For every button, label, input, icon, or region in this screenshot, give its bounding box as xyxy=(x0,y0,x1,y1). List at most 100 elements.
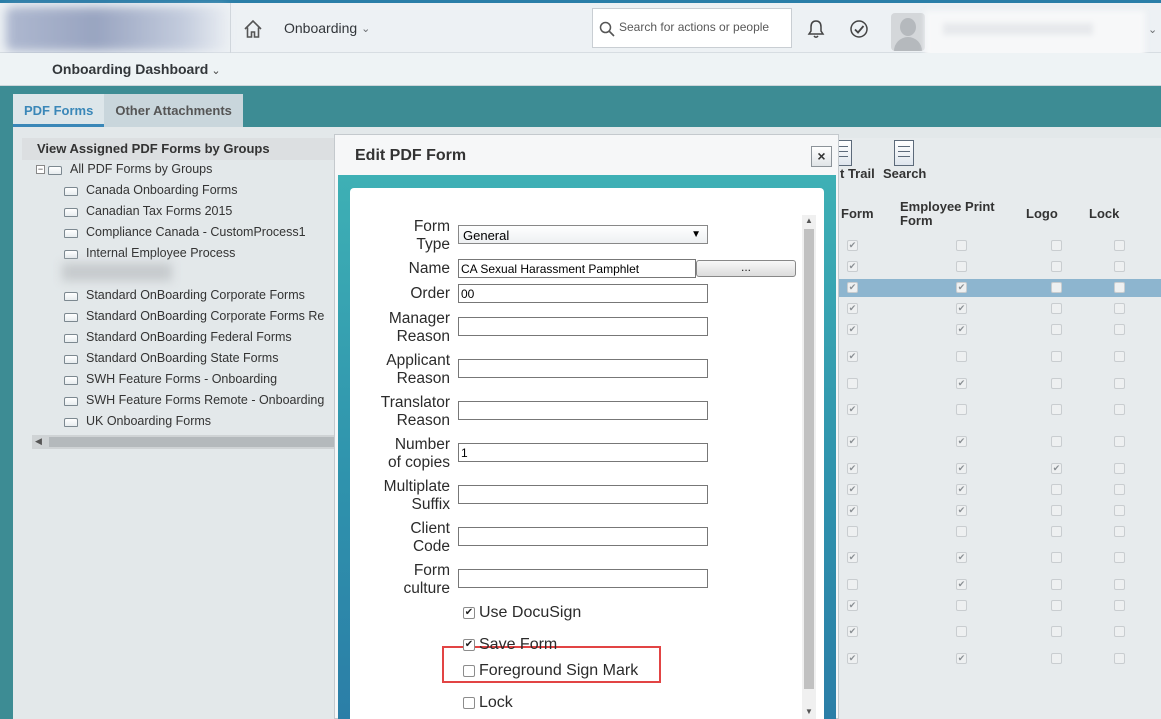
grid-checkbox-lock[interactable] xyxy=(1114,484,1125,495)
grid-checkbox-print[interactable]: ✔ xyxy=(956,552,967,563)
grid-checkbox-logo[interactable] xyxy=(1051,626,1062,637)
grid-checkbox-form[interactable]: ✔ xyxy=(847,303,858,314)
table-row[interactable]: ✔ xyxy=(838,623,1161,641)
grid-checkbox-form[interactable]: ✔ xyxy=(847,261,858,272)
grid-checkbox-form[interactable]: ✔ xyxy=(847,484,858,495)
grid-checkbox-form[interactable]: ✔ xyxy=(847,324,858,335)
module-menu-button[interactable]: Onboarding ⌄ xyxy=(284,20,370,36)
grid-checkbox-form[interactable]: ✔ xyxy=(847,626,858,637)
grid-checkbox-print[interactable]: ✔ xyxy=(956,484,967,495)
grid-checkbox-form[interactable]: ✔ xyxy=(847,282,858,293)
grid-checkbox-lock[interactable] xyxy=(1114,324,1125,335)
grid-checkbox-form[interactable]: ✔ xyxy=(847,653,858,664)
grid-checkbox-form[interactable]: ✔ xyxy=(847,436,858,447)
column-header-lock[interactable]: Lock xyxy=(1089,207,1119,221)
grid-checkbox-lock[interactable] xyxy=(1114,303,1125,314)
scrollbar-thumb[interactable] xyxy=(49,437,334,447)
tab-pdf-forms[interactable]: PDF Forms xyxy=(13,94,105,127)
table-row[interactable]: ✔ xyxy=(838,258,1161,276)
close-button[interactable]: × xyxy=(811,146,832,167)
grid-checkbox-print[interactable] xyxy=(956,351,967,362)
grid-checkbox-print[interactable]: ✔ xyxy=(956,653,967,664)
scroll-down-icon[interactable]: ▼ xyxy=(805,707,813,716)
grid-checkbox-form[interactable]: ✔ xyxy=(847,463,858,474)
table-row[interactable]: ✔ xyxy=(838,237,1161,255)
grid-checkbox-logo[interactable] xyxy=(1051,600,1062,611)
approvals-check-icon[interactable] xyxy=(849,19,869,39)
table-row[interactable]: ✔ ✔ xyxy=(838,321,1161,339)
notifications-bell-icon[interactable] xyxy=(806,19,826,39)
translator-reason-field[interactable] xyxy=(458,401,708,420)
search-input[interactable] xyxy=(619,20,787,34)
grid-checkbox-logo[interactable] xyxy=(1051,378,1062,389)
tree-horizontal-scrollbar[interactable]: ◀ xyxy=(32,435,334,449)
table-row[interactable]: ✔ ✔ xyxy=(838,481,1161,499)
grid-checkbox-lock[interactable] xyxy=(1114,579,1125,590)
grid-checkbox-form[interactable]: ✔ xyxy=(847,505,858,516)
table-row[interactable]: ✔ xyxy=(838,401,1161,419)
grid-checkbox-logo[interactable] xyxy=(1051,552,1062,563)
form-type-select[interactable]: General ▼ xyxy=(458,225,708,244)
grid-checkbox-form[interactable]: ✔ xyxy=(847,240,858,251)
grid-checkbox-logo[interactable] xyxy=(1051,579,1062,590)
grid-checkbox-lock[interactable] xyxy=(1114,526,1125,537)
table-row[interactable]: ✔ ✔ xyxy=(838,549,1161,567)
grid-checkbox-logo[interactable]: ✔ xyxy=(1051,463,1062,474)
grid-checkbox-lock[interactable] xyxy=(1114,626,1125,637)
user-menu-chevron-icon[interactable]: ⌄ xyxy=(1148,23,1157,36)
tab-other-attachments[interactable]: Other Attachments xyxy=(104,94,243,127)
grid-checkbox-lock[interactable] xyxy=(1114,404,1125,415)
table-row[interactable]: ✔ xyxy=(838,597,1161,615)
table-row[interactable]: ✔ xyxy=(838,576,1161,594)
grid-checkbox-logo[interactable] xyxy=(1051,303,1062,314)
home-icon[interactable] xyxy=(242,18,264,40)
table-row[interactable]: ✔ xyxy=(838,348,1161,366)
grid-checkbox-print[interactable]: ✔ xyxy=(956,579,967,590)
order-field[interactable] xyxy=(458,284,708,303)
table-row[interactable]: ✔ ✔ xyxy=(838,650,1161,668)
table-row[interactable]: ✔ ✔ xyxy=(838,279,1161,297)
grid-checkbox-lock[interactable] xyxy=(1114,552,1125,563)
company-logo[interactable] xyxy=(6,7,228,51)
grid-checkbox-print[interactable]: ✔ xyxy=(956,324,967,335)
grid-checkbox-logo[interactable] xyxy=(1051,436,1062,447)
number-of-copies-field[interactable] xyxy=(458,443,708,462)
grid-checkbox-logo[interactable] xyxy=(1051,351,1062,362)
audit-trail-button[interactable]: t Trail xyxy=(840,166,875,181)
grid-checkbox-form[interactable]: ✔ xyxy=(847,404,858,415)
redacted-tree-item[interactable] xyxy=(62,263,172,281)
grid-checkbox-form[interactable] xyxy=(847,579,858,590)
scroll-left-icon[interactable]: ◀ xyxy=(35,436,42,447)
grid-checkbox-print[interactable]: ✔ xyxy=(956,436,967,447)
table-row[interactable]: ✔ ✔ xyxy=(838,433,1161,451)
user-avatar[interactable] xyxy=(891,13,925,51)
grid-checkbox-form[interactable] xyxy=(847,526,858,537)
grid-checkbox-lock[interactable] xyxy=(1114,653,1125,664)
grid-checkbox-logo[interactable] xyxy=(1051,526,1062,537)
grid-checkbox-lock[interactable] xyxy=(1114,600,1125,611)
grid-checkbox-lock[interactable] xyxy=(1114,282,1125,293)
grid-checkbox-print[interactable]: ✔ xyxy=(956,505,967,516)
grid-checkbox-lock[interactable] xyxy=(1114,463,1125,474)
form-culture-field[interactable] xyxy=(458,569,708,588)
grid-checkbox-logo[interactable] xyxy=(1051,484,1062,495)
column-header-employee-print-form[interactable]: Employee Print Form xyxy=(900,200,1010,228)
table-row[interactable]: ✔ xyxy=(838,375,1161,393)
applicant-reason-field[interactable] xyxy=(458,359,708,378)
grid-checkbox-form[interactable]: ✔ xyxy=(847,552,858,563)
grid-checkbox-print[interactable] xyxy=(956,240,967,251)
grid-search-button[interactable]: Search xyxy=(883,166,926,181)
grid-checkbox-logo[interactable] xyxy=(1051,653,1062,664)
grid-checkbox-print[interactable]: ✔ xyxy=(956,303,967,314)
client-code-field[interactable] xyxy=(458,527,708,546)
scroll-up-icon[interactable]: ▲ xyxy=(805,216,813,225)
global-search[interactable] xyxy=(592,8,792,48)
grid-checkbox-print[interactable]: ✔ xyxy=(956,282,967,293)
name-field[interactable] xyxy=(458,259,696,278)
grid-checkbox-form[interactable]: ✔ xyxy=(847,600,858,611)
grid-checkbox-logo[interactable] xyxy=(1051,404,1062,415)
grid-checkbox-lock[interactable] xyxy=(1114,261,1125,272)
form-vertical-scrollbar[interactable]: ▲ ▼ xyxy=(802,215,816,719)
grid-checkbox-lock[interactable] xyxy=(1114,378,1125,389)
grid-checkbox-print[interactable] xyxy=(956,526,967,537)
